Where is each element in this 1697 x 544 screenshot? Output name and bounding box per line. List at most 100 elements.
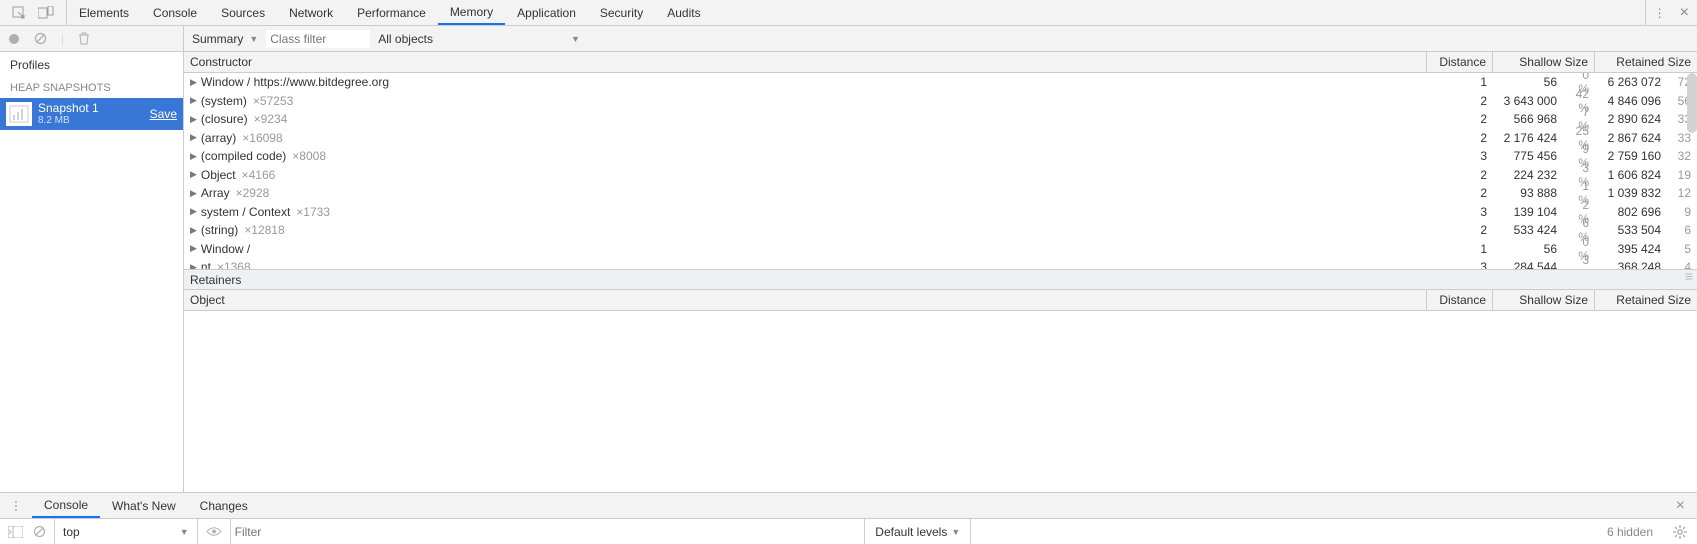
objects-dropdown[interactable]: All objects [378, 32, 433, 46]
snapshot-icon [6, 102, 32, 126]
heap-row[interactable]: ▶Object×41662224 2323 %1 606 82419 [184, 166, 1697, 185]
close-drawer-icon[interactable]: × [1664, 497, 1697, 515]
tab-sources[interactable]: Sources [209, 0, 277, 25]
chevron-down-icon: ▼ [249, 34, 258, 44]
distance-value: 3 [1427, 260, 1493, 269]
resize-grip-icon[interactable]: ≡ [1685, 268, 1693, 284]
col-constructor[interactable]: Constructor [184, 52, 1427, 72]
distance-value: 1 [1427, 242, 1493, 256]
instance-count: ×2928 [236, 186, 270, 200]
tab-elements[interactable]: Elements [67, 0, 141, 25]
tab-memory[interactable]: Memory [438, 0, 505, 25]
retained-percent: 12 [1667, 186, 1697, 200]
close-devtools-icon[interactable]: × [1680, 4, 1689, 22]
constructor-name: Array [201, 186, 230, 200]
heap-row[interactable]: ▶Window / https://www.bitdegree.org1560 … [184, 73, 1697, 92]
col-distance[interactable]: Distance [1427, 290, 1493, 310]
drawer-kebab-icon[interactable]: ⋮ [0, 499, 32, 513]
retainers-heading: Retainers≡ [184, 269, 1697, 290]
heap-row[interactable]: ▶(array)×1609822 176 42425 %2 867 62433 [184, 129, 1697, 148]
disclosure-triangle-icon[interactable]: ▶ [190, 169, 197, 180]
snapshot-save-link[interactable]: Save [150, 107, 177, 121]
col-retained[interactable]: Retained Size [1595, 290, 1697, 310]
tab-network[interactable]: Network [277, 0, 345, 25]
drawer-tab-console[interactable]: Console [32, 493, 100, 518]
disclosure-triangle-icon[interactable]: ▶ [190, 95, 197, 106]
view-dropdown[interactable]: Summary▼ [192, 32, 258, 46]
context-selector[interactable]: top [63, 525, 80, 539]
retained-value: 2 890 624 [1595, 112, 1667, 126]
distance-value: 1 [1427, 75, 1493, 89]
retained-value: 368 248 [1595, 260, 1667, 269]
snapshot-item[interactable]: Snapshot 1 8.2 MB Save [0, 98, 183, 130]
hidden-messages[interactable]: 6 hidden [1597, 525, 1663, 539]
retained-percent: 9 [1667, 205, 1697, 219]
console-filter-input[interactable] [231, 519, 866, 544]
disclosure-triangle-icon[interactable]: ▶ [190, 151, 197, 162]
disclosure-triangle-icon[interactable]: ▶ [190, 132, 197, 143]
log-levels-dropdown[interactable]: Default levels▼ [865, 519, 971, 544]
kebab-icon[interactable]: ⋮ [1654, 6, 1666, 20]
disclosure-triangle-icon[interactable]: ▶ [190, 188, 197, 199]
instance-count: ×57253 [253, 94, 293, 108]
disclosure-triangle-icon[interactable]: ▶ [190, 206, 197, 217]
heap-row[interactable]: ▶(system)×5725323 643 00042 %4 846 09656 [184, 92, 1697, 111]
inspect-icon[interactable] [12, 6, 26, 20]
distance-value: 2 [1427, 186, 1493, 200]
tab-performance[interactable]: Performance [345, 0, 438, 25]
heap-row[interactable]: ▶Window /1560 %395 4245 [184, 240, 1697, 259]
heap-row[interactable]: ▶nt×13683284 5443 %368 2484 [184, 258, 1697, 269]
col-object[interactable]: Object [184, 290, 1427, 310]
retained-value: 802 696 [1595, 205, 1667, 219]
distance-value: 3 [1427, 205, 1493, 219]
instance-count: ×16098 [242, 131, 282, 145]
class-filter-input[interactable] [266, 30, 370, 48]
scrollbar-thumb[interactable] [1687, 73, 1697, 133]
retained-percent: 5 [1667, 242, 1697, 256]
constructor-name: (system) [201, 94, 247, 108]
clear-console-icon[interactable] [33, 525, 46, 538]
disclosure-triangle-icon[interactable]: ▶ [190, 243, 197, 254]
console-sidebar-toggle-icon[interactable] [8, 526, 23, 538]
retained-value: 1 606 824 [1595, 168, 1667, 182]
distance-value: 2 [1427, 131, 1493, 145]
device-toggle-icon[interactable] [38, 6, 54, 20]
tab-console[interactable]: Console [141, 0, 209, 25]
retained-percent: 19 [1667, 168, 1697, 182]
settings-gear-icon[interactable] [1663, 525, 1697, 539]
heap-row[interactable]: ▶(string)×128182533 4246 %533 5046 [184, 221, 1697, 240]
disclosure-triangle-icon[interactable]: ▶ [190, 77, 197, 88]
record-icon[interactable] [8, 33, 20, 45]
distance-value: 2 [1427, 112, 1493, 126]
chevron-down-icon: ▼ [180, 527, 189, 537]
disclosure-triangle-icon[interactable]: ▶ [190, 114, 197, 125]
col-retained[interactable]: Retained Size [1595, 52, 1697, 72]
shallow-value: 566 968 [1493, 112, 1563, 126]
instance-count: ×8008 [292, 149, 326, 163]
tab-application[interactable]: Application [505, 0, 588, 25]
drawer-tab-changes[interactable]: Changes [188, 493, 260, 518]
eye-icon[interactable] [206, 526, 222, 537]
objects-dropdown-label: All objects [378, 32, 433, 46]
trash-icon[interactable] [78, 32, 90, 45]
heap-snapshots-heading: HEAP SNAPSHOTS [0, 78, 183, 98]
tab-security[interactable]: Security [588, 0, 655, 25]
instance-count: ×12818 [244, 223, 284, 237]
disclosure-triangle-icon[interactable]: ▶ [190, 262, 197, 269]
retained-value: 4 846 096 [1595, 94, 1667, 108]
clear-icon[interactable] [34, 32, 47, 45]
heap-row[interactable]: ▶(compiled code)×80083775 4569 %2 759 16… [184, 147, 1697, 166]
col-distance[interactable]: Distance [1427, 52, 1493, 72]
tab-audits[interactable]: Audits [655, 0, 712, 25]
heap-row[interactable]: ▶Array×2928293 8881 %1 039 83212 [184, 184, 1697, 203]
drawer-tab-what-s-new[interactable]: What's New [100, 493, 188, 518]
constructor-name: (array) [201, 131, 236, 145]
retained-value: 6 263 072 [1595, 75, 1667, 89]
col-shallow[interactable]: Shallow Size [1493, 290, 1595, 310]
constructor-name: Object [201, 168, 236, 182]
heap-row[interactable]: ▶(closure)×92342566 9687 %2 890 62433 [184, 110, 1697, 129]
heap-row[interactable]: ▶system / Context×17333139 1042 %802 696… [184, 203, 1697, 222]
col-shallow[interactable]: Shallow Size [1493, 52, 1595, 72]
chevron-down-icon[interactable]: ▼ [571, 34, 580, 44]
disclosure-triangle-icon[interactable]: ▶ [190, 225, 197, 236]
